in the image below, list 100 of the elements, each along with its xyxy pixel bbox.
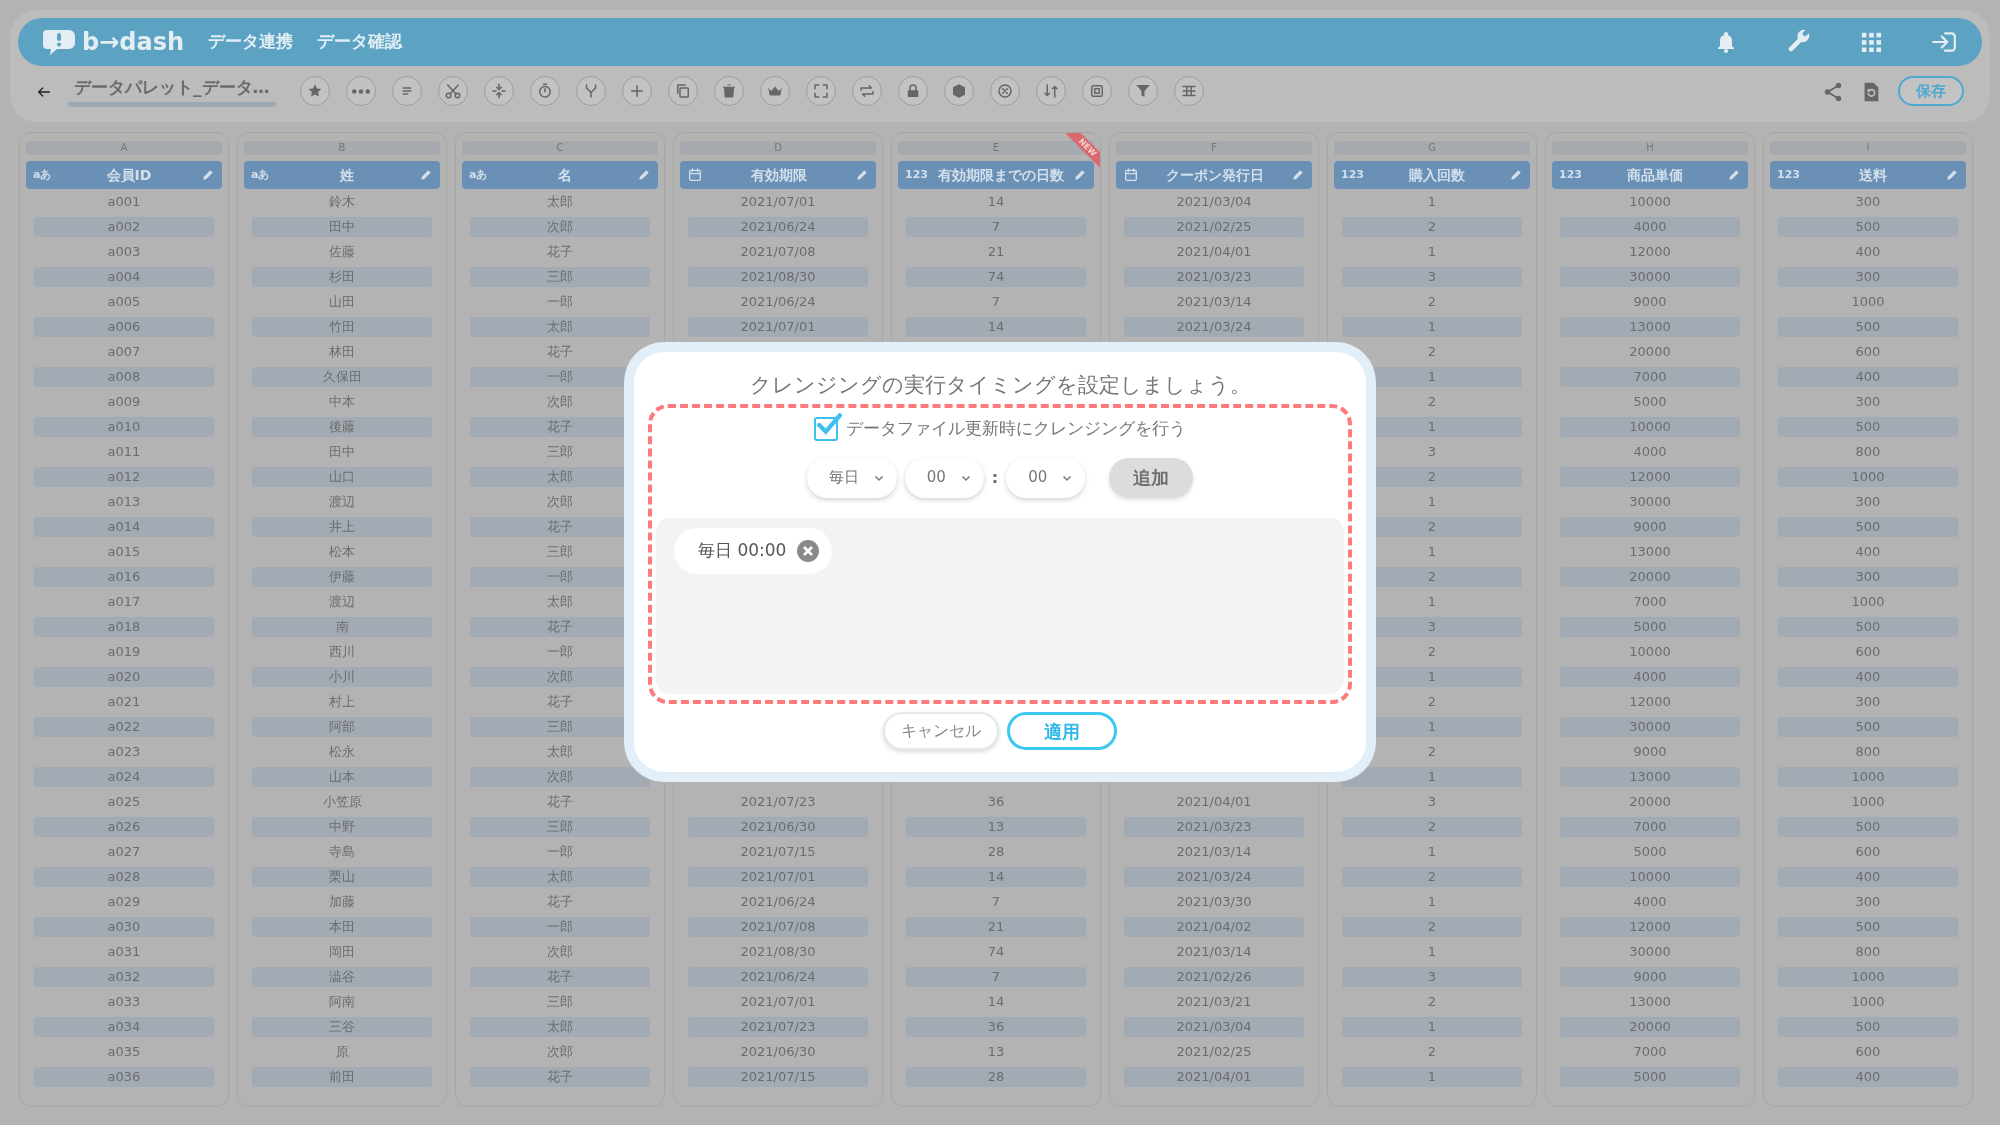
table-cell-text: 2021/06/24	[739, 893, 817, 911]
toolbar-button[interactable]	[989, 76, 1020, 106]
time-separator: :	[991, 466, 999, 489]
table-cell: 久保田	[252, 367, 432, 387]
table-cell: 2	[1342, 817, 1522, 837]
table-cell: 山本	[252, 767, 432, 787]
table-cell: a016	[34, 567, 214, 587]
toolbar-button[interactable]	[943, 76, 974, 106]
table-cell: 300	[1778, 267, 1958, 287]
table-cell-text: 4000	[1632, 443, 1668, 461]
table-cell-text: 次郎	[546, 393, 574, 411]
table-cell-text: a013	[106, 493, 142, 511]
table-cell: 杉田	[252, 267, 432, 287]
table-cell-text: a015	[106, 543, 142, 561]
menu-item[interactable]: データ確認	[317, 29, 403, 55]
toolbar-button[interactable]	[529, 76, 560, 106]
remove-button[interactable]	[796, 538, 821, 563]
table-cell-text: 14	[986, 193, 1006, 211]
type-label: aあ	[469, 166, 489, 183]
chip-label: 毎日 00:00	[698, 538, 787, 562]
table-cell: 500	[1778, 417, 1958, 437]
dialog-title: クレンジングの実行タイミングを設定しましょう。	[748, 372, 1252, 399]
type-label: aあ	[33, 166, 53, 183]
minute-select[interactable]: 00	[1006, 457, 1086, 498]
table-cell-text: 2	[1426, 293, 1438, 311]
table-cell: 500	[1778, 817, 1958, 837]
toolbar-button[interactable]	[759, 76, 790, 106]
table-cell-text: 7000	[1632, 593, 1668, 611]
sign-in-icon	[1930, 29, 1958, 55]
table-cell-text: 1	[1426, 243, 1438, 261]
toolbar-button[interactable]	[391, 76, 422, 106]
table-cell: 1	[1342, 1067, 1522, 1087]
table-cell-text: 村上	[328, 693, 356, 711]
table-cell: 30000	[1560, 717, 1740, 737]
swap-icon	[1041, 82, 1060, 100]
toolbar-button[interactable]	[299, 76, 330, 106]
toolbar-button[interactable]	[897, 76, 928, 106]
table-cell: 500	[1778, 517, 1958, 537]
table-cell-text: 2	[1426, 743, 1438, 761]
table-cell-text: 13000	[1628, 993, 1672, 1011]
table-cell: 花子	[470, 967, 650, 987]
table-cell-text: 2021/07/23	[739, 793, 817, 811]
toolbar-button[interactable]	[805, 76, 836, 106]
toolbar-button[interactable]	[575, 76, 606, 106]
table-cell-text: 5000	[1632, 843, 1668, 861]
table-cell: 後藤	[252, 417, 432, 437]
toolbar-button[interactable]	[1173, 76, 1204, 106]
cancel-button[interactable]: キャンセル	[883, 712, 999, 750]
table-cell: 2	[1342, 917, 1522, 937]
table-cell-text: 次郎	[546, 1043, 574, 1061]
table-cell: 13000	[1560, 317, 1740, 337]
table-cell-text: 2021/04/01	[1175, 793, 1253, 811]
table-cell: 3	[1342, 267, 1522, 287]
toolbar-button[interactable]	[345, 76, 376, 106]
table-cell-text: 1000	[1850, 593, 1886, 611]
table-cell-text: 300	[1854, 693, 1882, 711]
table-cell-text: 2021/06/24	[739, 293, 817, 311]
table-cell-text: 2	[1426, 343, 1438, 361]
table-cell-text: 5000	[1632, 393, 1668, 411]
table-cell: a006	[34, 317, 214, 337]
toolbar-button[interactable]	[1127, 76, 1158, 106]
table-cell: 2021/03/23	[1124, 817, 1304, 837]
toolbar-button[interactable]	[1081, 76, 1112, 106]
table-cell: 500	[1778, 717, 1958, 737]
table-cell-text: 4000	[1632, 893, 1668, 911]
toolbar-button[interactable]	[851, 76, 882, 106]
table-cell: 太郎	[470, 867, 650, 887]
table-cell-text: 次郎	[546, 943, 574, 961]
table-cell: 太郎	[470, 317, 650, 337]
dots-icon	[351, 88, 370, 94]
x-circle-icon	[995, 82, 1014, 100]
table-cell: a012	[34, 467, 214, 487]
type-label: 123	[1777, 166, 1801, 183]
toolbar-button[interactable]	[713, 76, 744, 106]
pencil-icon	[1727, 168, 1741, 182]
toolbar-button[interactable]	[1035, 76, 1066, 106]
speech-bubble-icon	[42, 27, 78, 57]
repeat-icon	[857, 82, 876, 100]
apply-button[interactable]: 適用	[1007, 712, 1117, 750]
toolbar-button[interactable]	[621, 76, 652, 106]
toolbar-button[interactable]	[483, 76, 514, 106]
table-cell: a024	[34, 767, 214, 787]
table-cell-text: 2	[1426, 1043, 1438, 1061]
menu-item[interactable]: データ連携	[208, 29, 294, 55]
table-cell-text: 300	[1854, 393, 1882, 411]
toolbar-button[interactable]	[437, 76, 468, 106]
table-cell-text: 2	[1426, 643, 1438, 661]
frequency-select[interactable]: 毎日	[806, 457, 897, 498]
type-label: 123	[905, 166, 929, 183]
table-cell-text: 渡辺	[328, 493, 356, 511]
table-cell: 2021/07/01	[688, 317, 868, 337]
table-cell-text: a007	[106, 343, 142, 361]
toolbar-button[interactable]	[667, 76, 698, 106]
table-cell-text: 1	[1426, 893, 1438, 911]
document-title[interactable]: データパレット_データ…	[68, 74, 276, 108]
hour-select[interactable]: 00	[904, 457, 984, 498]
table-cell-text: 2021/07/15	[739, 843, 817, 861]
table-cell-text: 13	[986, 1043, 1006, 1061]
table-cell: 20000	[1560, 567, 1740, 587]
table-cell: a032	[34, 967, 214, 987]
